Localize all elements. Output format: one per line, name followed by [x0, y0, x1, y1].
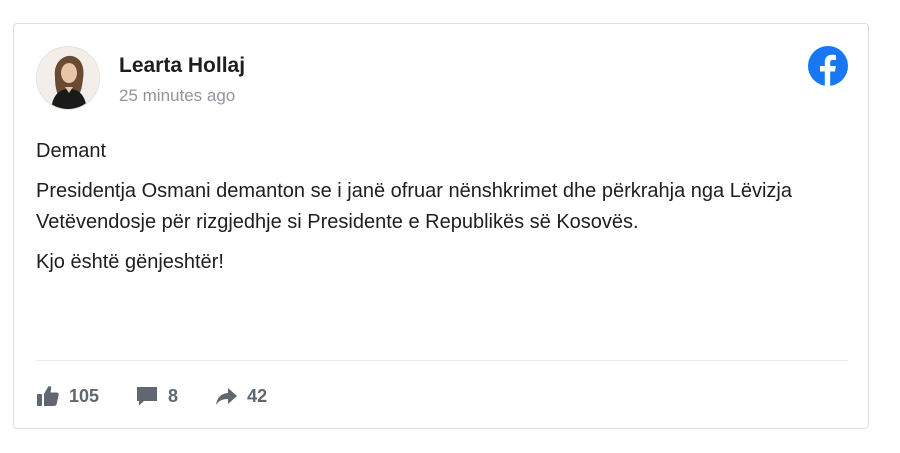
comment-count: 8 [168, 385, 179, 406]
divider [36, 360, 848, 361]
thumbs-up-icon [36, 384, 60, 408]
comment-button[interactable]: 8 [135, 384, 178, 408]
share-arrow-icon [214, 384, 238, 408]
post-paragraph: Presidentja Osmani demanton se i janë of… [36, 180, 792, 233]
facebook-icon[interactable] [808, 46, 848, 86]
post-timestamp[interactable]: 25 minutes ago [119, 86, 235, 106]
like-count: 105 [69, 385, 100, 406]
author-name[interactable]: Learta Hollaj [119, 54, 245, 78]
post-paragraph: Demant [36, 140, 107, 162]
post-actions: 105 8 42 [36, 382, 303, 410]
share-count: 42 [247, 385, 268, 406]
comment-bubble-icon [135, 384, 159, 408]
like-button[interactable]: 105 [36, 384, 99, 408]
post-body: Demant Presidentja Osmani demanton se i … [36, 136, 836, 287]
post-paragraph: Kjo është gënjeshtër! [36, 251, 224, 273]
author-avatar[interactable] [36, 46, 100, 110]
social-post-card: Learta Hollaj 25 minutes ago Demant Pres… [13, 23, 869, 429]
share-button[interactable]: 42 [214, 384, 267, 408]
